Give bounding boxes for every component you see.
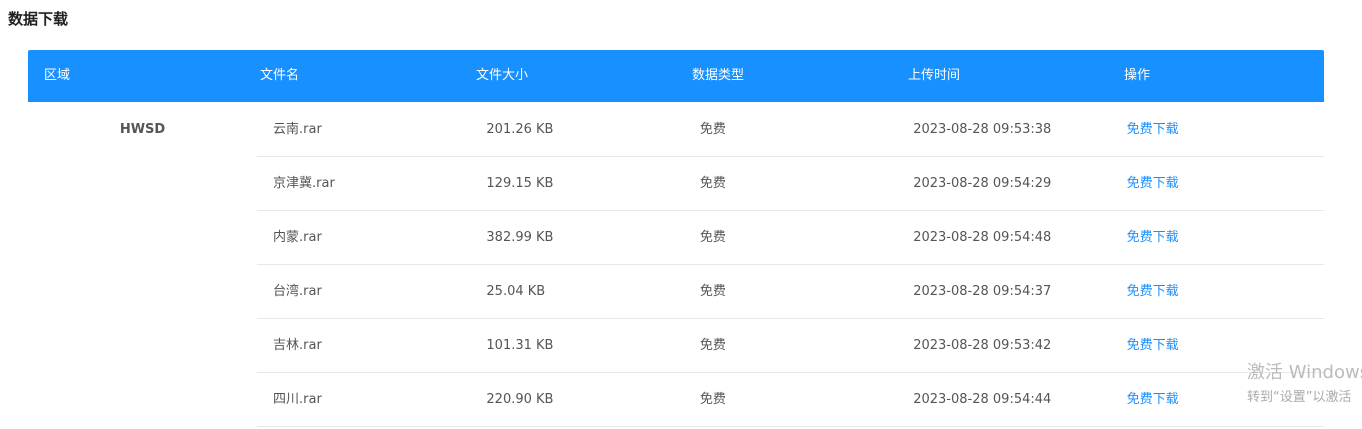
file-name: 云南.rar — [273, 122, 322, 137]
table-row: 台湾.rar 25.04 KB 免费 2023-08-28 09:54:37 免费下载 — [257, 265, 1324, 319]
free-download-link[interactable]: 免费下载 — [1111, 265, 1324, 318]
table-body: 云南.rar 201.26 KB 免费 2023-08-28 09:53:38 免费下载… — [257, 103, 1324, 427]
header-region: 区域 — [44, 68, 71, 83]
file-name: 四川.rar — [273, 392, 322, 407]
upload-time: 2023-08-28 09:54:48 — [913, 230, 1052, 245]
file-size: 129.15 KB — [486, 176, 554, 191]
data-type: 免费 — [699, 338, 726, 353]
data-type: 免费 — [699, 176, 726, 191]
file-size: 220.90 KB — [486, 392, 554, 407]
file-name: 内蒙.rar — [273, 230, 322, 245]
table-row: 四川.rar 220.90 KB 免费 2023-08-28 09:54:44 免费下载 — [257, 373, 1324, 427]
free-download-link[interactable]: 免费下载 — [1111, 157, 1324, 210]
header-filename: 文件名 — [260, 68, 300, 83]
upload-time: 2023-08-28 09:54:37 — [913, 284, 1052, 299]
upload-time: 2023-08-28 09:53:42 — [913, 338, 1052, 353]
download-table: 区域 文件名 文件大小 数据类型 上传时间 操作 HWSD 云南.rar 201.… — [28, 50, 1324, 427]
data-type: 免费 — [699, 230, 726, 245]
table-row: 内蒙.rar 382.99 KB 免费 2023-08-28 09:54:48 免费下载 — [257, 211, 1324, 265]
free-download-link[interactable]: 免费下载 — [1111, 103, 1324, 156]
table-row: 云南.rar 201.26 KB 免费 2023-08-28 09:53:38 免费下载 — [257, 103, 1324, 157]
header-upload-time: 上传时间 — [908, 68, 961, 83]
upload-time: 2023-08-28 09:53:38 — [913, 122, 1052, 137]
table-row: 吉林.rar 101.31 KB 免费 2023-08-28 09:53:42 免费下载 — [257, 319, 1324, 373]
file-size: 101.31 KB — [486, 338, 554, 353]
region-cell: HWSD — [119, 122, 166, 137]
table-header: 区域 文件名 文件大小 数据类型 上传时间 操作 — [28, 50, 1324, 102]
upload-time: 2023-08-28 09:54:29 — [913, 176, 1052, 191]
data-type: 免费 — [699, 122, 726, 137]
data-type: 免费 — [699, 392, 726, 407]
page-title: 数据下载 — [8, 10, 69, 28]
header-datatype: 数据类型 — [692, 68, 745, 83]
windows-activation-watermark: 激活 Windows — [1247, 362, 1362, 383]
windows-activation-hint: 转到“设置”以激活 — [1247, 390, 1352, 405]
file-name: 台湾.rar — [273, 284, 322, 299]
file-size: 25.04 KB — [486, 284, 546, 299]
file-name: 吉林.rar — [273, 338, 322, 353]
free-download-link[interactable]: 免费下载 — [1111, 211, 1324, 264]
table-row: 京津冀.rar 129.15 KB 免费 2023-08-28 09:54:29 免费下… — [257, 157, 1324, 211]
data-type: 免费 — [699, 284, 726, 299]
upload-time: 2023-08-28 09:54:44 — [913, 392, 1052, 407]
header-filesize: 文件大小 — [476, 68, 529, 83]
file-name: 京津冀.rar — [273, 176, 335, 191]
file-size: 201.26 KB — [486, 122, 554, 137]
file-size: 382.99 KB — [486, 230, 554, 245]
header-action: 操作 — [1124, 68, 1151, 83]
